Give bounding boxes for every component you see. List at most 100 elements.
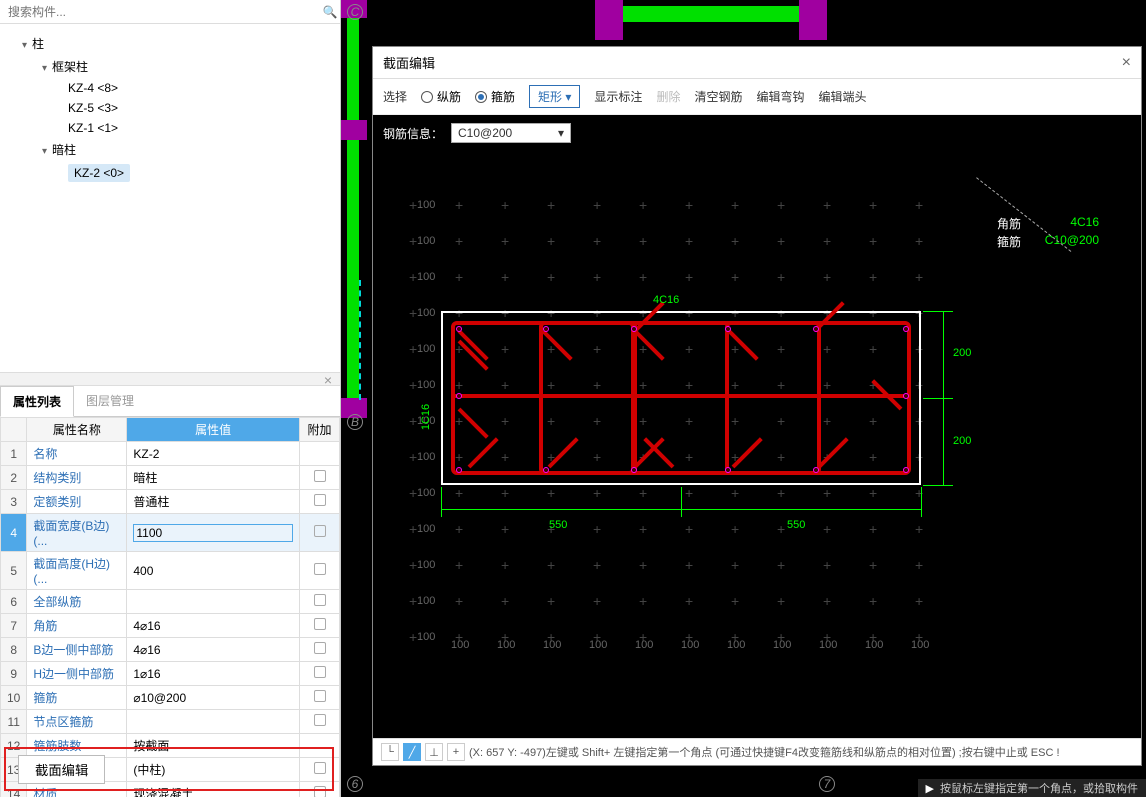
rebar-dot [456, 467, 462, 473]
property-value[interactable]: 4⌀16 [127, 638, 300, 662]
panel-divider[interactable]: × [0, 372, 340, 386]
close-icon[interactable]: × [324, 372, 332, 388]
tree-item-kz1[interactable]: KZ-1 <1> [8, 118, 340, 138]
property-row[interactable]: 9 H边一侧中部筋 1⌀16 [1, 662, 340, 686]
grid-number: 100 [417, 451, 435, 463]
checkbox[interactable] [314, 690, 326, 702]
grid-cross: + [777, 485, 785, 501]
checkbox[interactable] [314, 714, 326, 726]
snap-icon-4[interactable]: + [447, 743, 465, 761]
property-value[interactable]: ⌀10@200 [127, 686, 300, 710]
property-value[interactable]: 1⌀16 [127, 662, 300, 686]
property-name: 箍筋 [27, 686, 127, 710]
edit-end-button[interactable]: 编辑端头 [818, 88, 866, 105]
search-icon[interactable]: 🔍 [320, 2, 340, 22]
tree-item-kz5[interactable]: KZ-5 <3> [8, 98, 340, 118]
close-icon[interactable]: × [1122, 54, 1131, 72]
grid-cross: + [409, 485, 417, 501]
grid-cross: + [823, 233, 831, 249]
dim-line [681, 487, 682, 517]
radio-stirrup[interactable]: 箍筋 [475, 88, 515, 105]
property-row[interactable]: 10 箍筋 ⌀10@200 [1, 686, 340, 710]
grid-number: 100 [589, 639, 607, 651]
property-row[interactable]: 2 结构类别 暗柱 [1, 466, 340, 490]
dialog-title: 截面编辑 [383, 53, 435, 72]
caret-icon: ▾ [22, 40, 32, 51]
snap-icon-1[interactable]: └ [381, 743, 399, 761]
checkbox[interactable] [314, 494, 326, 506]
property-value[interactable] [127, 590, 300, 614]
rebar-info-combo[interactable]: C10@200▾ [451, 123, 571, 143]
grid-cross: + [639, 485, 647, 501]
property-row[interactable]: 1 名称 KZ-2 [1, 442, 340, 466]
checkbox[interactable] [314, 618, 326, 630]
row-number: 7 [1, 614, 27, 638]
combo-value: C10@200 [458, 126, 512, 140]
dim-w-550b: 550 [787, 519, 805, 531]
property-row[interactable]: 8 B边一侧中部筋 4⌀16 [1, 638, 340, 662]
clear-rebar-button[interactable]: 清空钢筋 [694, 88, 742, 105]
row-number: 6 [1, 590, 27, 614]
show-annotation-button[interactable]: 显示标注 [594, 88, 642, 105]
section-canvas[interactable]: ++++++++++++++++++++++++++++++++++++++++… [373, 151, 1141, 738]
section-edit-button[interactable]: 截面编辑 [18, 755, 105, 784]
shape-rectangle-button[interactable]: 矩形 ▾ [529, 85, 580, 108]
joint-shape [799, 0, 827, 40]
section-edit-dialog: 截面编辑 × 选择 纵筋 箍筋 矩形 ▾ 显示标注 删除 清空钢筋 编辑弯钩 编… [372, 46, 1142, 766]
grid-cross: + [869, 521, 877, 537]
tree-item-kz4[interactable]: KZ-4 <8> [8, 78, 340, 98]
checkbox[interactable] [314, 594, 326, 606]
checkbox[interactable] [314, 563, 326, 575]
search-input[interactable] [0, 1, 320, 23]
grid-cross: + [547, 593, 555, 609]
property-value-input[interactable] [133, 524, 293, 542]
property-extra [300, 466, 340, 490]
delete-button[interactable]: 删除 [656, 88, 680, 105]
property-name: H边一侧中部筋 [27, 662, 127, 686]
property-row[interactable]: 5 截面高度(H边)(... 400 [1, 552, 340, 590]
select-tool[interactable]: 选择 [383, 88, 407, 105]
tree-node-hidden-column[interactable]: ▾暗柱 [8, 138, 340, 161]
grid-cross: + [777, 269, 785, 285]
property-value[interactable] [127, 514, 300, 552]
grid-cross: + [593, 557, 601, 573]
snap-icon-3[interactable]: ⊥ [425, 743, 443, 761]
edit-hook-button[interactable]: 编辑弯钩 [756, 88, 804, 105]
property-value[interactable]: 暗柱 [127, 466, 300, 490]
property-row[interactable]: 6 全部纵筋 [1, 590, 340, 614]
property-row[interactable]: 3 定额类别 普通柱 [1, 490, 340, 514]
row-number: 5 [1, 552, 27, 590]
tree-node-frame-column[interactable]: ▾框架柱 [8, 55, 340, 78]
property-extra [300, 442, 340, 466]
search-row: 🔍 [0, 0, 340, 24]
property-row[interactable]: 4 截面宽度(B边)(... [1, 514, 340, 552]
property-value[interactable] [127, 710, 300, 734]
row-number: 8 [1, 638, 27, 662]
grid-cross: + [915, 269, 923, 285]
grid-cross: + [639, 557, 647, 573]
tab-layers[interactable]: 图层管理 [74, 386, 146, 416]
checkbox[interactable] [314, 642, 326, 654]
property-name: 名称 [27, 442, 127, 466]
property-value[interactable]: 4⌀16 [127, 614, 300, 638]
property-value[interactable]: 400 [127, 552, 300, 590]
tree-item-kz2[interactable]: KZ-2 <0> [8, 161, 340, 185]
component-tree: ▾柱 ▾框架柱 KZ-4 <8> KZ-5 <3> KZ-1 <1> ▾暗柱 K… [0, 24, 340, 372]
dialog-title-bar[interactable]: 截面编辑 × [373, 47, 1141, 79]
property-row[interactable]: 7 角筋 4⌀16 [1, 614, 340, 638]
checkbox[interactable] [314, 666, 326, 678]
property-value[interactable]: 普通柱 [127, 490, 300, 514]
property-value[interactable]: KZ-2 [127, 442, 300, 466]
grid-cross: + [593, 521, 601, 537]
rebar-info-label: 钢筋信息： [383, 125, 443, 142]
property-row[interactable]: 11 节点区箍筋 [1, 710, 340, 734]
rebar-dot [725, 326, 731, 332]
grid-number: 100 [727, 639, 745, 651]
tab-properties[interactable]: 属性列表 [0, 386, 74, 417]
checkbox[interactable] [314, 525, 326, 537]
snap-icon-2[interactable]: ╱ [403, 743, 421, 761]
rebar-dot [903, 393, 909, 399]
checkbox[interactable] [314, 470, 326, 482]
tree-node-column[interactable]: ▾柱 [8, 32, 340, 55]
radio-longitudinal[interactable]: 纵筋 [421, 88, 461, 105]
